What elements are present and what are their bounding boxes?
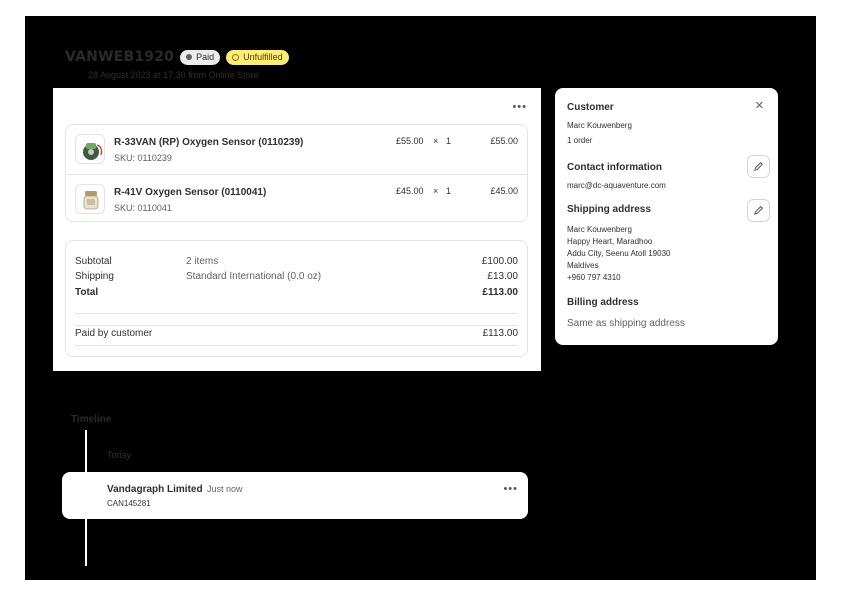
item-unit-price: £45.00 bbox=[396, 186, 424, 196]
payment-summary: Subtotal 2 items £100.00 Shipping Standa… bbox=[65, 240, 528, 357]
shipping-address-line: Happy Heart, Maradhoo bbox=[567, 237, 653, 246]
pencil-icon bbox=[754, 162, 763, 171]
timeline-date-label: Today bbox=[107, 450, 132, 460]
paid-label: Paid by customer bbox=[75, 328, 153, 339]
order-id: VANWEB1920 bbox=[65, 49, 175, 65]
billing-address-text: Same as shipping address bbox=[567, 318, 685, 329]
order-subtitle: 28 August 2023 at 17:30 from Online Stor… bbox=[88, 70, 259, 80]
customer-email[interactable]: marc@dc-aquaventure.com bbox=[567, 180, 666, 192]
product-thumbnail bbox=[75, 184, 105, 214]
timeline-line bbox=[85, 519, 87, 566]
customer-heading: Customer bbox=[567, 102, 614, 113]
line-item[interactable]: R-41V Oxygen Sensor (0110041) SKU: 01100… bbox=[66, 174, 527, 223]
oxygen-sensor-white-icon bbox=[83, 191, 99, 210]
item-sku: SKU: 0110041 bbox=[114, 203, 172, 213]
timeline-heading: Timeline bbox=[71, 414, 112, 425]
event-title: Vandagraph Limited bbox=[107, 484, 203, 495]
divider bbox=[75, 313, 518, 314]
shipping-address-line: Maldives bbox=[567, 261, 599, 270]
item-times: × bbox=[433, 136, 439, 146]
item-total: £45.00 bbox=[490, 186, 518, 196]
item-total: £55.00 bbox=[490, 136, 518, 146]
billing-address-heading: Billing address bbox=[567, 297, 639, 308]
divider bbox=[75, 325, 518, 326]
shipping-address-line: Addu City, Seenu Atoll 19030 bbox=[567, 249, 671, 258]
order-header: VANWEB1920 Paid Unfulfilled bbox=[65, 49, 289, 65]
subtotal-description: 2 items bbox=[186, 256, 219, 267]
edit-shipping-address-button[interactable] bbox=[747, 199, 770, 222]
order-page: VANWEB1920 Paid Unfulfilled 28 August 20… bbox=[25, 16, 816, 580]
shipping-label: Shipping bbox=[75, 271, 114, 282]
order-items-card: ••• R-33VAN (RP) Oxygen Sensor (0110239)… bbox=[53, 88, 541, 371]
items-more-actions-icon[interactable]: ••• bbox=[512, 102, 527, 113]
subtotal-label: Subtotal bbox=[75, 256, 112, 267]
item-quantity: 1 bbox=[446, 136, 452, 146]
subtotal-value: £100.00 bbox=[481, 256, 518, 267]
timeline-line bbox=[85, 430, 87, 472]
contact-heading: Contact information bbox=[567, 162, 662, 173]
payment-status-label: Paid bbox=[196, 52, 215, 62]
edit-contact-button[interactable] bbox=[747, 155, 770, 178]
fulfillment-status-badge: Unfulfilled bbox=[226, 49, 289, 65]
total-label: Total bbox=[75, 287, 99, 298]
line-items-list: R-33VAN (RP) Oxygen Sensor (0110239) SKU… bbox=[65, 124, 528, 222]
shipping-address-phone: +960 797 4310 bbox=[567, 273, 621, 282]
customer-name[interactable]: Marc Kouwenberg bbox=[567, 120, 632, 132]
shipping-description: Standard International (0.0 oz) bbox=[186, 271, 322, 282]
item-unit-price: £55.00 bbox=[396, 136, 424, 146]
product-thumbnail bbox=[75, 134, 105, 164]
shipping-address-line: Marc Kouwenberg bbox=[567, 225, 632, 234]
item-times: × bbox=[433, 186, 439, 196]
fulfillment-status-label: Unfulfilled bbox=[243, 52, 283, 62]
item-name[interactable]: R-33VAN (RP) Oxygen Sensor (0110239) bbox=[114, 137, 303, 148]
shipping-address-heading: Shipping address bbox=[567, 204, 651, 215]
event-more-actions-icon[interactable]: ••• bbox=[503, 484, 518, 495]
customer-card: Customer ✕ Marc Kouwenberg 1 order Conta… bbox=[555, 88, 778, 345]
oxygen-sensor-green-icon bbox=[83, 143, 103, 160]
line-item[interactable]: R-33VAN (RP) Oxygen Sensor (0110239) SKU… bbox=[66, 125, 527, 174]
close-icon[interactable]: ✕ bbox=[755, 101, 764, 112]
event-time: Just now bbox=[207, 484, 243, 494]
customer-order-count[interactable]: 1 order bbox=[567, 135, 592, 147]
paid-dot-icon bbox=[186, 54, 193, 60]
payment-status-badge: Paid bbox=[180, 49, 221, 65]
shipping-value: £13.00 bbox=[487, 271, 518, 282]
item-quantity: 1 bbox=[446, 186, 452, 196]
item-sku: SKU: 0110239 bbox=[114, 153, 172, 163]
paid-value: £113.00 bbox=[482, 328, 518, 339]
unfulfilled-ring-icon bbox=[232, 53, 240, 61]
divider bbox=[75, 345, 518, 346]
pencil-icon bbox=[754, 206, 763, 215]
timeline-event-card: Vandagraph Limited Just now CAN145281 ••… bbox=[62, 472, 528, 519]
event-tracking-code: CAN145281 bbox=[107, 499, 151, 508]
total-value: £113.00 bbox=[482, 287, 518, 298]
item-name[interactable]: R-41V Oxygen Sensor (0110041) bbox=[114, 187, 266, 198]
